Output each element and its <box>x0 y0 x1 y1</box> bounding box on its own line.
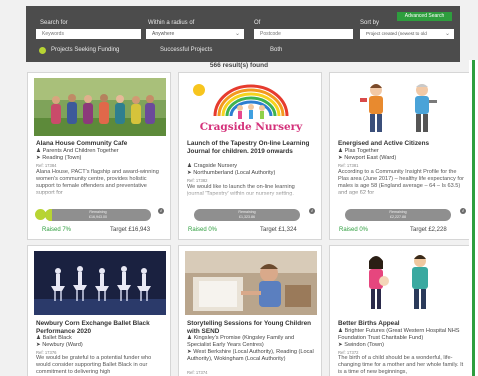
project-location: Newport East (Ward) <box>344 155 397 161</box>
location-arrow-icon: ➤ <box>187 170 192 176</box>
option-successful-projects[interactable]: Successful Projects <box>160 47 212 53</box>
radius-label: Within a radius of <box>148 20 195 26</box>
project-location: Newbury (Ward) <box>42 342 83 348</box>
project-ref: Ref: 17374 <box>187 370 208 375</box>
project-image[interactable] <box>34 251 166 315</box>
progress-remaining: £16,943.00 <box>89 215 107 219</box>
search-for-label: Search for <box>40 20 68 26</box>
raised-percent: Raised 0% <box>188 227 218 233</box>
progress-label: Remaining <box>389 210 407 214</box>
postcode-input[interactable] <box>254 29 353 39</box>
project-image[interactable] <box>336 251 468 315</box>
location-arrow-icon: ➤ <box>36 342 41 348</box>
project-location: Swindon (Town) <box>344 342 385 348</box>
project-org: Kingsley's Promise (Kingsley Family and … <box>187 335 295 348</box>
project-org: Cragside Nursery <box>193 163 238 169</box>
keywords-input[interactable] <box>36 29 141 39</box>
location-arrow-icon: ➤ <box>187 349 192 355</box>
info-icon[interactable]: i <box>309 208 315 214</box>
progress-label: Remaining <box>89 210 107 214</box>
of-label: Of <box>254 20 261 26</box>
location-arrow-icon: ➤ <box>338 342 343 348</box>
user-icon: ♟ <box>36 148 42 154</box>
project-description: The birth of a child should be a wonderf… <box>338 355 464 375</box>
accent-bar <box>472 60 475 376</box>
project-title[interactable]: Better Births Appeal <box>338 320 464 328</box>
search-panel: Search for Within a radius of Of Sort by… <box>26 6 460 62</box>
progress-bar: Remaining £1,323.86 <box>194 209 300 221</box>
project-image[interactable] <box>34 78 166 136</box>
text-fade <box>330 189 472 199</box>
radius-select-value: Anywhere <box>152 31 175 37</box>
project-org: Parents And Children Together <box>42 148 119 154</box>
project-title[interactable]: Alana House Community Cafe <box>36 140 162 148</box>
page-edge <box>469 60 478 376</box>
info-icon[interactable]: i <box>158 208 164 214</box>
project-ref: Ref: 17384 <box>36 163 57 168</box>
project-location: Northumberland (Local Authority) <box>193 170 276 176</box>
project-location: West Berkshire (Local Authority), Readin… <box>187 349 314 362</box>
chevron-down-icon: ⌄ <box>444 31 450 37</box>
text-fade <box>28 189 170 199</box>
progress-label: Remaining <box>238 210 256 214</box>
project-location: Reading (Town) <box>42 155 82 161</box>
raised-percent: Raised 7% <box>42 227 72 233</box>
project-image[interactable] <box>185 251 317 315</box>
sort-label: Sort by <box>360 20 380 26</box>
project-title[interactable]: Newbury Corn Exchange Ballet Black Perfo… <box>36 320 162 335</box>
nursery-logo-text: Cragside Nursery <box>199 121 303 133</box>
project-card[interactable]: Better Births Appeal ♟ Brighter Futures … <box>329 245 473 376</box>
project-title[interactable]: Storytelling Sessions for Young Children… <box>187 320 313 335</box>
user-icon: ♟ <box>338 148 344 154</box>
project-image[interactable]: Cragside Nursery <box>185 78 317 136</box>
project-image[interactable] <box>336 78 468 136</box>
target-amount: Target £16,943 <box>110 227 151 233</box>
project-org: Ballet Black <box>42 335 72 341</box>
project-ref: Ref: 17382 <box>187 178 208 183</box>
page: Search for Within a radius of Of Sort by… <box>0 0 478 376</box>
project-org: Plas Together <box>344 148 379 154</box>
user-icon: ♟ <box>187 163 193 169</box>
location-arrow-icon: ➤ <box>338 155 343 161</box>
sort-select-value: Project created (newest to old <box>366 31 427 36</box>
raised-percent: Raised 0% <box>339 227 369 233</box>
project-description: We would be grateful to a potential fund… <box>36 355 152 375</box>
project-title[interactable]: Energised and Active Citizens <box>338 140 464 148</box>
progress-bar: Remaining £2,227.88 <box>345 209 451 221</box>
progress-bar: Remaining £16,943.00 <box>45 209 151 221</box>
project-card[interactable]: Storytelling Sessions for Young Children… <box>178 245 322 376</box>
user-icon: ♟ <box>187 335 193 341</box>
advanced-search-button[interactable]: Advanced Search <box>397 12 452 21</box>
project-ref: Ref: 17381 <box>338 163 359 168</box>
project-org: Brighter Futures (Great Western Hospital… <box>338 328 460 341</box>
target-amount: Target £1,324 <box>260 227 297 233</box>
radius-select[interactable]: Anywhere ⌄ <box>146 29 244 39</box>
user-icon: ♟ <box>338 328 344 334</box>
progress-remaining: £1,323.86 <box>239 215 255 219</box>
info-icon[interactable]: i <box>460 208 466 214</box>
option-both[interactable]: Both <box>270 47 282 53</box>
result-count: 566 result(s) found <box>209 62 269 69</box>
radio-selected-icon[interactable] <box>39 47 46 54</box>
target-amount: Target £2,228 <box>410 227 447 233</box>
progress-remaining: £2,227.88 <box>390 215 406 219</box>
sort-select[interactable]: Project created (newest to old ⌄ <box>360 29 454 39</box>
chevron-down-icon: ⌄ <box>234 31 240 37</box>
user-icon: ♟ <box>36 335 42 341</box>
location-arrow-icon: ➤ <box>36 155 41 161</box>
project-card[interactable]: Newbury Corn Exchange Ballet Black Perfo… <box>27 245 171 376</box>
project-title[interactable]: Launch of the Tapestry On-line Learning … <box>187 140 313 155</box>
option-seeking-funding[interactable]: Projects Seeking Funding <box>51 47 119 53</box>
text-fade <box>179 189 321 199</box>
